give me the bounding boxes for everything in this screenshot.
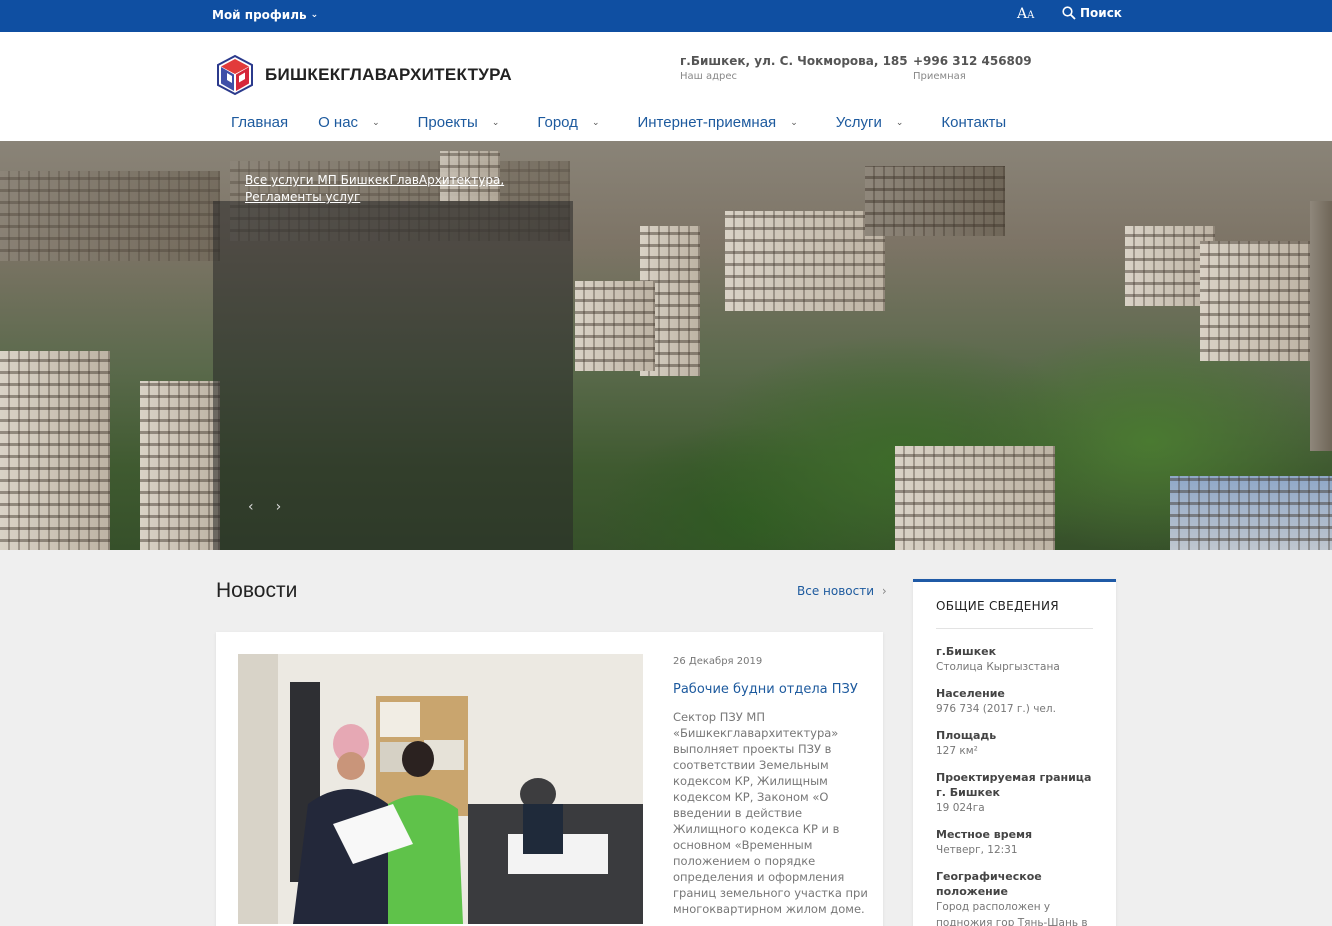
address-label: Наш адрес [680, 71, 738, 82]
nav-item-label: Интернет-приемная [637, 114, 777, 131]
nav-item-services[interactable]: Услуги ⌄ [836, 114, 904, 131]
logo-text: БИШКЕКГЛАВАРХИТЕКТУРА [265, 65, 512, 84]
search-button[interactable]: Поиск [1062, 6, 1122, 20]
news-card[interactable]: 26 Декабря 2019 Рабочие будни отдела ПЗУ… [216, 632, 883, 926]
news-section-title: Новости [216, 579, 298, 602]
all-news-label: Все новости [797, 584, 875, 598]
nav-item-label: Услуги [835, 114, 882, 131]
hero-building [1310, 201, 1332, 451]
news-excerpt: Сектор ПЗУ МП «Бишкекглавархитектура» вы… [673, 710, 868, 916]
nav-item-label: Город [537, 114, 578, 131]
hero-building [1170, 476, 1332, 550]
hero-building [0, 171, 220, 261]
info-row: Проектируемая граница г. Бишкек 19 024га [936, 770, 1101, 816]
hero-building [1200, 241, 1310, 361]
nav-item-label: Главная [231, 114, 289, 131]
info-divider [936, 628, 1093, 629]
hero-building [0, 351, 110, 550]
nav-item-online-reception[interactable]: Интернет-приемная ⌄ [637, 114, 797, 131]
top-bar: Мой профиль ⌄ AA Поиск [0, 0, 1332, 32]
chevron-down-icon: ⌄ [591, 117, 600, 127]
chevron-down-icon: ⌄ [895, 117, 904, 127]
nav-item-label: Проекты [417, 114, 478, 131]
chevron-down-icon: ⌄ [491, 117, 500, 127]
news-photo-illustration [238, 654, 643, 924]
general-info-panel: ОБЩИЕ СВЕДЕНИЯ г.Бишкек Столица Кыргызст… [913, 579, 1116, 926]
chevron-down-icon: ⌄ [790, 117, 798, 127]
logo-cube-icon [217, 54, 253, 96]
info-value: Столица Кыргызстана [936, 661, 1060, 673]
site-logo[interactable]: БИШКЕКГЛАВАРХИТЕКТУРА [215, 54, 512, 96]
info-key: г.Бишкек [936, 645, 997, 658]
chevron-right-icon: › [881, 584, 887, 598]
hero-caption-panel [213, 201, 573, 550]
hero-title: Услуги [245, 93, 307, 115]
font-size-small: A [1027, 10, 1035, 21]
hero-slider [0, 141, 1332, 550]
nav-item-about[interactable]: О нас ⌄ [318, 114, 380, 131]
contact-address: г.Бишкек, ул. С. Чокморова, 185 Наш адре… [680, 54, 908, 82]
info-value: 976 734 (2017 г.) чел. [936, 703, 1056, 715]
hero-link-all-services[interactable]: Все услуги МП БишкекГлавАрхитектура, [245, 172, 504, 189]
info-value: 19 024га [936, 802, 985, 814]
info-row: Площадь 127 км² [936, 728, 1101, 759]
hero-links: Все услуги МП БишкекГлавАрхитектура, Рег… [245, 172, 504, 206]
my-profile-menu[interactable]: Мой профиль ⌄ [212, 8, 318, 22]
chevron-right-icon[interactable]: › [276, 499, 282, 515]
nav-item-contacts[interactable]: Контакты [941, 114, 1006, 131]
all-news-link[interactable]: Все новости › [797, 584, 887, 598]
address-value: г.Бишкек, ул. С. Чокморова, 185 [680, 54, 908, 68]
info-key: Местное время [936, 828, 1033, 841]
info-value: 127 км² [936, 745, 978, 757]
chevron-left-icon[interactable]: ‹ [248, 499, 254, 515]
info-value: Четверг, 12:31 [936, 844, 1018, 856]
info-key: Проектируемая граница г. Бишкек [936, 771, 1092, 799]
info-key: Площадь [936, 729, 997, 742]
search-icon [1062, 6, 1076, 20]
nav-item-label: О нас [318, 114, 359, 131]
info-list: г.Бишкек Столица Кыргызстана Население 9… [936, 644, 1101, 926]
hero-building [140, 381, 220, 550]
news-date: 26 Декабря 2019 [673, 656, 763, 667]
nav-item-label: Контакты [941, 114, 1007, 131]
main-nav: Главная О нас ⌄ Проекты ⌄ Город ⌄ Интерн… [231, 114, 1006, 131]
phone-value[interactable]: +996 312 456809 [913, 54, 1032, 68]
hero-building [895, 446, 1055, 550]
hero-building [865, 166, 1005, 236]
hero-link-regulations[interactable]: Регламенты услуг [245, 189, 504, 206]
info-row: Географическое положение Город расположе… [936, 869, 1101, 926]
info-row: г.Бишкек Столица Кыргызстана [936, 644, 1101, 675]
phone-label: Приемная [913, 71, 966, 82]
news-title-link[interactable]: Рабочие будни отдела ПЗУ [673, 682, 858, 697]
search-label: Поиск [1080, 6, 1122, 20]
chevron-down-icon: ⌄ [372, 117, 380, 127]
site-header: БИШКЕКГЛАВАРХИТЕКТУРА г.Бишкек, ул. С. Ч… [0, 32, 1332, 141]
info-title: ОБЩИЕ СВЕДЕНИЯ [936, 599, 1059, 613]
info-key: Население [936, 687, 1005, 700]
nav-item-projects[interactable]: Проекты ⌄ [418, 114, 500, 131]
nav-item-city[interactable]: Город ⌄ [537, 114, 599, 131]
nav-item-home[interactable]: Главная [231, 114, 288, 131]
font-size-big: A [1017, 6, 1028, 22]
info-row: Население 976 734 (2017 г.) чел. [936, 686, 1101, 717]
contact-phone: +996 312 456809 Приемная [913, 54, 1032, 82]
font-size-toggle[interactable]: AA [1017, 6, 1034, 22]
my-profile-label: Мой профиль [212, 8, 307, 22]
hero-building [725, 211, 885, 311]
hero-arrows: ‹ › [248, 499, 281, 515]
info-row: Местное время Четверг, 12:31 [936, 827, 1101, 858]
info-key: Географическое положение [936, 870, 1042, 898]
hero-building [575, 281, 655, 371]
info-value: Город расположен у подножия гор Тянь-Шан… [936, 901, 1088, 926]
chevron-down-icon: ⌄ [310, 10, 319, 20]
news-photo[interactable] [238, 654, 643, 924]
